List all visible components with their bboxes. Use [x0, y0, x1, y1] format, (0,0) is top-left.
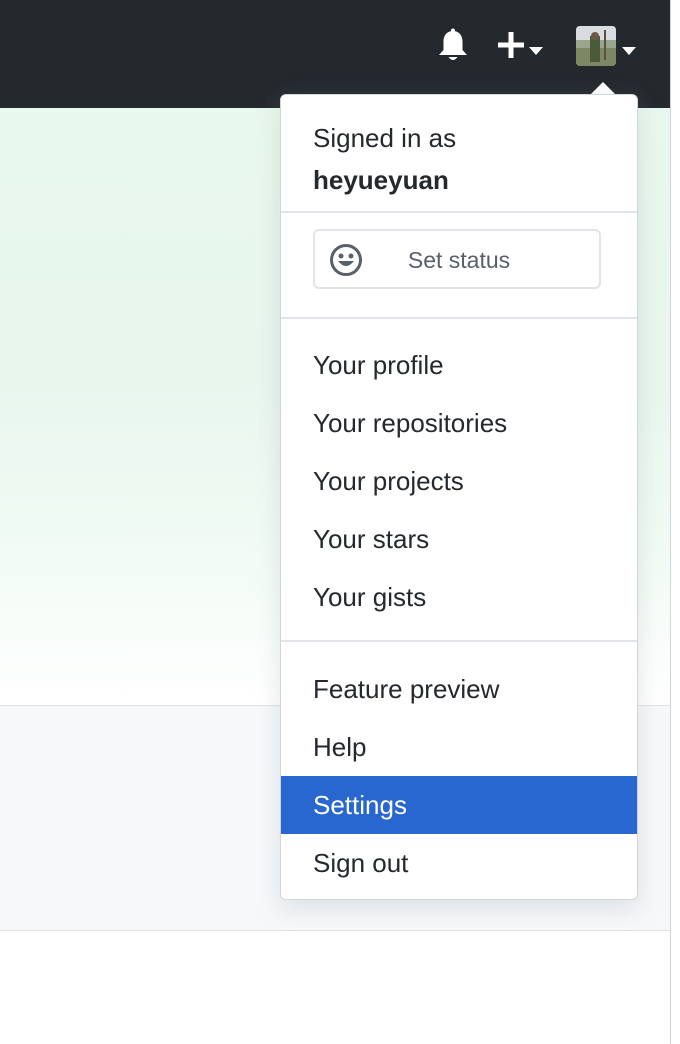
divider [281, 640, 637, 642]
menu-item-your-repositories[interactable]: Your repositories [281, 394, 637, 452]
set-status-button[interactable]: Set status [313, 229, 601, 289]
bell-icon[interactable] [436, 28, 470, 64]
set-status-label: Set status [407, 247, 511, 273]
caret-down-icon[interactable] [622, 42, 636, 55]
menu-item-help[interactable]: Help [281, 718, 637, 776]
menu-item-feature-preview[interactable]: Feature preview [281, 660, 637, 718]
menu-item-your-profile[interactable]: Your profile [281, 336, 637, 394]
signed-in-header: Signed in as heyueyuan [313, 117, 456, 201]
page-border [670, 0, 671, 1044]
username: heyueyuan [313, 165, 449, 195]
divider [281, 211, 637, 213]
menu-item-your-gists[interactable]: Your gists [281, 568, 637, 626]
dropdown-pointer [591, 82, 615, 94]
plus-icon[interactable] [496, 30, 526, 60]
menu-item-your-stars[interactable]: Your stars [281, 510, 637, 568]
menu-item-your-projects[interactable]: Your projects [281, 452, 637, 510]
avatar[interactable] [576, 26, 616, 66]
user-dropdown-menu: Signed in as heyueyuan Set status Your p… [280, 94, 638, 900]
menu-item-sign-out[interactable]: Sign out [281, 834, 637, 892]
caret-down-icon[interactable] [529, 42, 543, 55]
menu-item-settings[interactable]: Settings [281, 776, 637, 834]
signed-in-label: Signed in as [313, 123, 457, 153]
divider [281, 317, 637, 319]
top-header [0, 0, 670, 108]
